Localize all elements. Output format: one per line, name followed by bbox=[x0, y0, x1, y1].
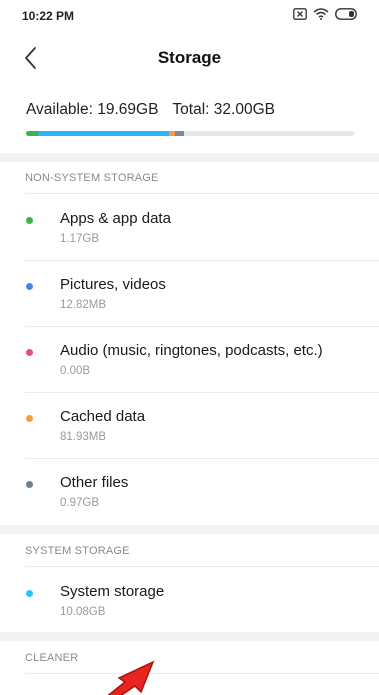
storage-row-size: 81.93MB bbox=[60, 431, 107, 443]
storage-row-size: 1.17GB bbox=[60, 233, 99, 245]
storage-row-size: 0.97GB bbox=[60, 497, 99, 509]
usage-segment bbox=[26, 131, 38, 136]
red-arrow-annotation bbox=[95, 660, 195, 695]
section-divider bbox=[0, 525, 379, 534]
total-label: Total: 32.00GB bbox=[172, 101, 275, 118]
color-dot-icon bbox=[26, 349, 33, 356]
usage-segment bbox=[174, 131, 185, 136]
storage-row-size: 12.82MB bbox=[60, 299, 107, 311]
storage-row[interactable]: Other files 0.97GB bbox=[0, 458, 379, 524]
color-dot-icon bbox=[26, 590, 33, 597]
battery-icon bbox=[335, 7, 359, 25]
wifi-icon bbox=[313, 7, 329, 25]
status-bar: 10:22 PM bbox=[0, 0, 379, 32]
available-label: Available: 19.69GB bbox=[26, 101, 159, 118]
storage-row[interactable]: Pictures, videos 12.82MB bbox=[0, 260, 379, 326]
status-time: 10:22 PM bbox=[22, 9, 75, 23]
color-dot-icon bbox=[26, 415, 33, 422]
storage-row[interactable]: System storage 10.08GB bbox=[0, 567, 379, 633]
storage-summary: Available: 19.69GB Total: 32.00GB bbox=[26, 101, 275, 119]
status-icons bbox=[293, 8, 359, 24]
section-header-non-system: NON-SYSTEM STORAGE bbox=[25, 172, 159, 184]
storage-row-title: Other files bbox=[60, 474, 129, 491]
usage-segment bbox=[37, 131, 170, 136]
section-header-system: SYSTEM STORAGE bbox=[25, 545, 130, 557]
storage-row-title: System storage bbox=[60, 583, 165, 600]
storage-row[interactable]: Audio (music, ringtones, podcasts, etc.)… bbox=[0, 326, 379, 392]
storage-usage-bar bbox=[26, 131, 354, 136]
storage-row[interactable]: Cached data 81.93MB bbox=[0, 392, 379, 458]
storage-row-title: Apps & app data bbox=[60, 210, 171, 227]
storage-row-size: 0.00B bbox=[60, 365, 91, 377]
section-divider bbox=[0, 632, 379, 641]
divider bbox=[25, 673, 379, 674]
page-title: Storage bbox=[157, 48, 222, 67]
storage-row-size: 10.08GB bbox=[60, 606, 106, 618]
color-dot-icon bbox=[26, 217, 33, 224]
storage-row-title: Pictures, videos bbox=[60, 276, 166, 293]
storage-row[interactable]: Apps & app data 1.17GB bbox=[0, 194, 379, 260]
storage-row-title: Cached data bbox=[60, 408, 146, 425]
storage-row-title: Audio (music, ringtones, podcasts, etc.) bbox=[60, 342, 323, 359]
sim-blocked-icon bbox=[293, 7, 307, 25]
color-dot-icon bbox=[26, 283, 33, 290]
app-header: Storage bbox=[0, 32, 379, 84]
section-divider bbox=[0, 153, 379, 162]
color-dot-icon bbox=[26, 481, 33, 488]
section-header-cleaner: CLEANER bbox=[25, 652, 79, 664]
